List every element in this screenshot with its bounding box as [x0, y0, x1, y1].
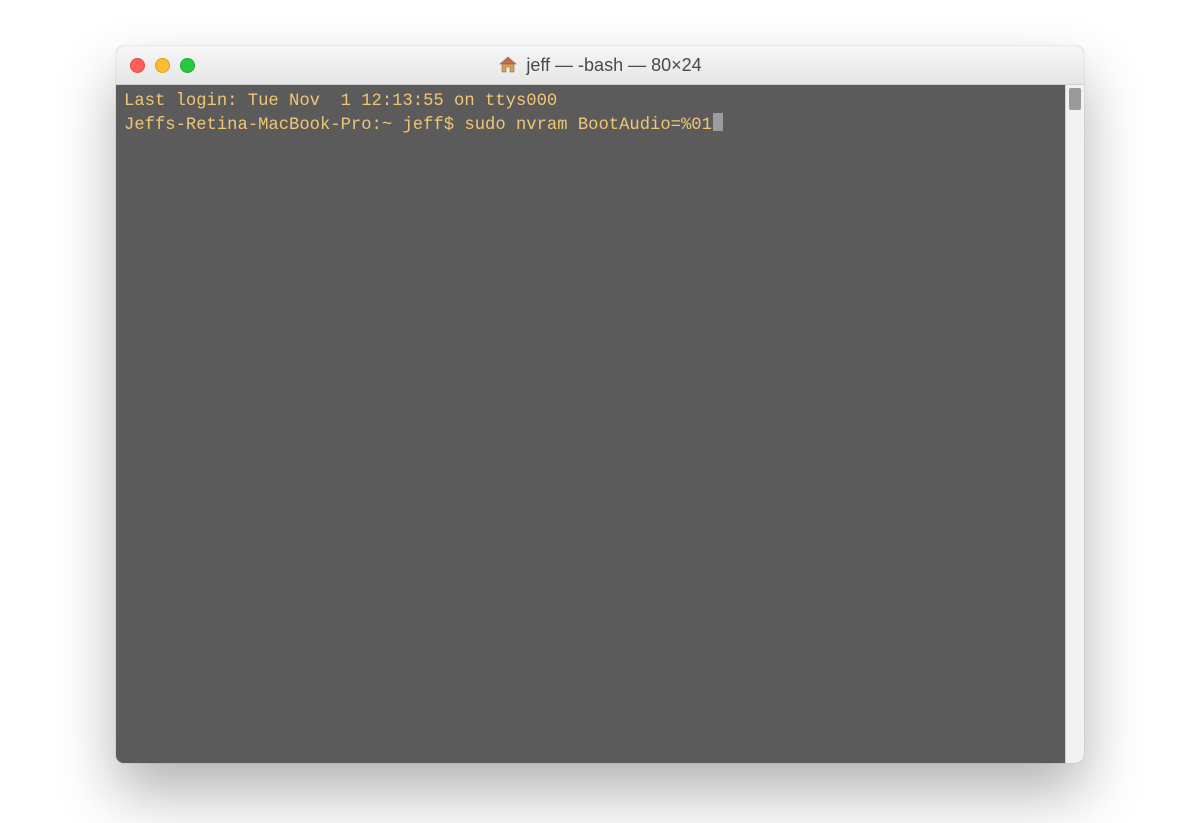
terminal-prompt: Jeffs-Retina-MacBook-Pro:~ jeff$	[124, 116, 464, 135]
minimize-button[interactable]	[155, 58, 170, 73]
titlebar[interactable]: jeff — -bash — 80×24	[116, 46, 1084, 85]
scrollbar-thumb[interactable]	[1069, 88, 1081, 110]
terminal-line-last-login: Last login: Tue Nov 1 12:13:55 on ttys00…	[124, 92, 557, 111]
zoom-button[interactable]	[180, 58, 195, 73]
home-icon	[498, 55, 518, 75]
terminal-area[interactable]: Last login: Tue Nov 1 12:13:55 on ttys00…	[116, 85, 1084, 763]
close-button[interactable]	[130, 58, 145, 73]
terminal-content[interactable]: Last login: Tue Nov 1 12:13:55 on ttys00…	[116, 85, 1066, 763]
traffic-lights	[116, 58, 195, 73]
terminal-window: jeff — -bash — 80×24 Last login: Tue Nov…	[116, 46, 1084, 763]
terminal-command: sudo nvram BootAudio=%01	[464, 116, 712, 135]
vertical-scrollbar[interactable]	[1065, 85, 1084, 763]
window-title: jeff — -bash — 80×24	[526, 55, 701, 76]
terminal-cursor	[713, 113, 723, 131]
window-title-area: jeff — -bash — 80×24	[116, 55, 1084, 76]
